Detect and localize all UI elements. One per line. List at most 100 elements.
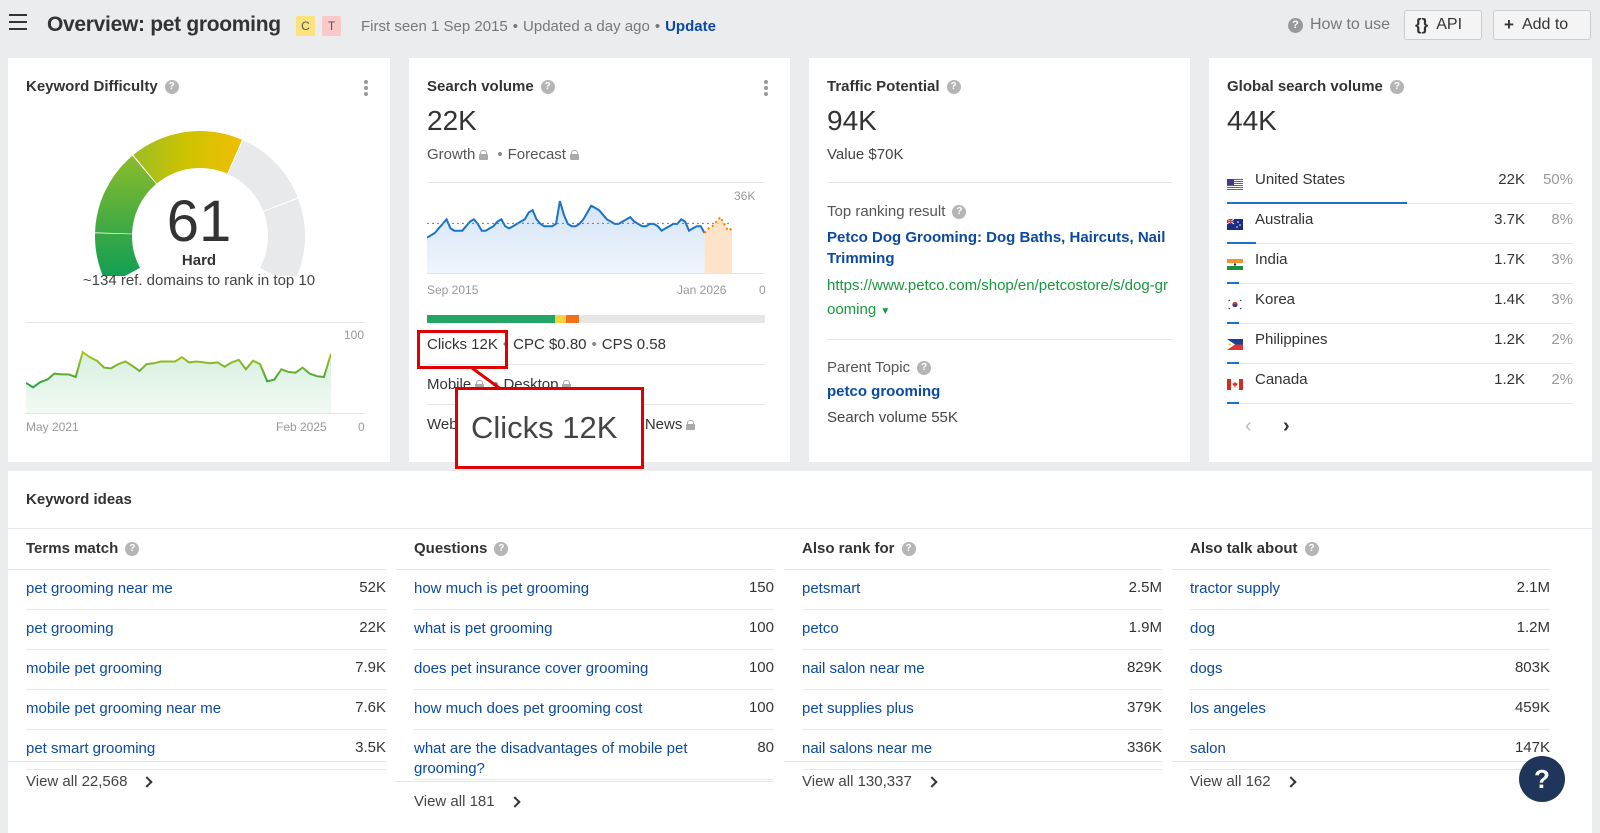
- top-ranking-title-link[interactable]: Petco Dog Grooming: Dog Baths, Haircuts,…: [827, 227, 1167, 269]
- keyword-link[interactable]: pet grooming: [26, 610, 386, 649]
- parent-topic-link[interactable]: petco grooming: [827, 383, 940, 400]
- intent-segment: [555, 315, 566, 323]
- sv-y-max: 36K: [734, 189, 756, 203]
- keyword-link[interactable]: nail salons near me: [802, 730, 1162, 769]
- add-to-button[interactable]: + Add to: [1493, 10, 1591, 40]
- divider: [26, 322, 364, 323]
- keyword-volume: 803K: [1514, 659, 1550, 676]
- country-volume: 1.7K: [1494, 251, 1525, 268]
- keyword-link[interactable]: pet grooming near me: [26, 570, 386, 609]
- axis-line: [26, 413, 364, 414]
- keyword-volume: 829K: [1126, 659, 1162, 676]
- help-icon: ?: [1288, 17, 1303, 33]
- column-header: Questions?: [396, 529, 774, 570]
- clicks-zoom-callout: Clicks 12K: [455, 387, 644, 469]
- country-percent: 3%: [1551, 291, 1573, 308]
- country-volume: 3.7K: [1494, 211, 1525, 228]
- keyword-link[interactable]: dog: [1190, 610, 1550, 649]
- view-all-link[interactable]: View all 181: [414, 793, 521, 810]
- keyword-row: pet supplies plus 379K: [802, 690, 1162, 730]
- view-all-label: View all 162: [1190, 773, 1271, 790]
- hamburger-menu-icon[interactable]: [9, 14, 27, 30]
- view-all-link[interactable]: View all 162: [1190, 773, 1297, 790]
- help-icon[interactable]: ?: [540, 79, 555, 94]
- keyword-link[interactable]: how much does pet grooming cost: [414, 690, 774, 729]
- keyword-link[interactable]: what is pet grooming: [414, 610, 774, 649]
- keyword-link[interactable]: pet supplies plus: [802, 690, 1162, 729]
- help-icon[interactable]: ?: [164, 79, 179, 94]
- keyword-volume: 1.9M: [1128, 619, 1162, 636]
- keyword-row: how much does pet grooming cost 100: [414, 690, 774, 730]
- kd-score: 61: [166, 189, 232, 254]
- scrollbar[interactable]: [1592, 0, 1600, 833]
- keyword-link[interactable]: mobile pet grooming near me: [26, 690, 386, 729]
- help-icon[interactable]: ?: [946, 79, 961, 94]
- keyword-link[interactable]: petsmart: [802, 570, 1162, 609]
- how-to-use-link[interactable]: ? How to use: [1288, 16, 1390, 34]
- view-all-link[interactable]: View all 130,337: [802, 773, 938, 790]
- more-options-icon[interactable]: [364, 80, 368, 98]
- country-name: Canada: [1255, 371, 1308, 388]
- keyword-row: tractor supply 2.1M: [1190, 570, 1550, 610]
- prev-page-button[interactable]: ‹: [1245, 415, 1252, 438]
- next-page-button[interactable]: ›: [1283, 415, 1290, 438]
- country-percent: 2%: [1551, 331, 1573, 348]
- help-icon[interactable]: ?: [917, 360, 932, 375]
- gauge-segment: [133, 131, 243, 184]
- country-name: Korea: [1255, 291, 1296, 308]
- api-button[interactable]: {} API: [1404, 10, 1482, 40]
- country-volume: 1.4K: [1494, 291, 1525, 308]
- keyword-link[interactable]: tractor supply: [1190, 570, 1550, 609]
- more-options-icon[interactable]: [764, 80, 768, 98]
- help-icon[interactable]: ?: [125, 542, 140, 556]
- keyword-link[interactable]: what are the disadvantages of mobile pet…: [414, 730, 774, 779]
- help-icon[interactable]: ?: [1389, 79, 1404, 94]
- cpc-value: CPC $0.80: [513, 336, 587, 353]
- view-all-link[interactable]: View all 22,568: [26, 773, 154, 790]
- keyword-link[interactable]: dogs: [1190, 650, 1550, 689]
- help-chat-button[interactable]: ?: [1519, 756, 1565, 802]
- keyword-link[interactable]: los angeles: [1190, 690, 1550, 729]
- caret-down-icon[interactable]: ▼: [880, 306, 890, 317]
- traffic-value-usd: Value $70K: [827, 146, 904, 163]
- keyword-link[interactable]: petco: [802, 610, 1162, 649]
- country-row[interactable]: Canada 1.2K 2%: [1227, 364, 1573, 404]
- country-row[interactable]: Australia 3.7K 8%: [1226, 204, 1573, 244]
- plus-icon: +: [1504, 15, 1514, 34]
- country-row[interactable]: Korea 1.4K 3%: [1227, 284, 1573, 324]
- column-title: Terms match: [26, 540, 119, 557]
- sv-title: Search volume: [427, 78, 534, 95]
- keyword-link[interactable]: does pet insurance cover grooming: [414, 650, 774, 689]
- keyword-link[interactable]: how much is pet grooming: [414, 570, 774, 609]
- flag-ph-icon: [1227, 337, 1243, 350]
- help-icon[interactable]: ?: [494, 542, 509, 556]
- card-title: Search volume?: [427, 78, 555, 95]
- keyword-link[interactable]: salon: [1190, 730, 1550, 769]
- keyword-ideas-column: Questions? how much is pet grooming 150 wha…: [396, 529, 774, 810]
- keyword-row: nail salon near me 829K: [802, 650, 1162, 690]
- keyword-volume: 100: [748, 699, 774, 716]
- country-row[interactable]: United States 22K 50%: [1227, 164, 1573, 204]
- top-ranking-url[interactable]: https://www.petco.com/shop/en/petcostore…: [827, 274, 1172, 324]
- web-label: Web: [427, 416, 458, 433]
- help-icon[interactable]: ?: [901, 542, 916, 556]
- keyword-row: los angeles 459K: [1190, 690, 1550, 730]
- help-icon[interactable]: ?: [952, 204, 967, 219]
- keyword-row: pet grooming near me 52K: [26, 570, 386, 610]
- keyword-volume: 80: [757, 739, 774, 756]
- keyword-link[interactable]: pet smart grooming: [26, 730, 386, 769]
- country-row[interactable]: Philippines 1.2K 2%: [1227, 324, 1573, 364]
- api-button-label: API: [1436, 16, 1463, 33]
- chevron-right-icon: [141, 775, 154, 788]
- update-link[interactable]: Update: [665, 18, 716, 35]
- flag-au-icon: [1226, 217, 1243, 230]
- country-row[interactable]: India 1.7K 3%: [1227, 244, 1573, 284]
- keyword-volume: 7.6K: [355, 699, 386, 716]
- help-icon[interactable]: ?: [1304, 542, 1319, 556]
- keyword-volume: 459K: [1514, 699, 1550, 716]
- country-list: United States 22K 50% Australia 3.7K 8% …: [1226, 164, 1573, 404]
- growth-forecast: Growth • Forecast: [427, 146, 583, 163]
- kd-x-start: May 2021: [26, 420, 79, 434]
- keyword-link[interactable]: mobile pet grooming: [26, 650, 386, 689]
- keyword-link[interactable]: nail salon near me: [802, 650, 1162, 689]
